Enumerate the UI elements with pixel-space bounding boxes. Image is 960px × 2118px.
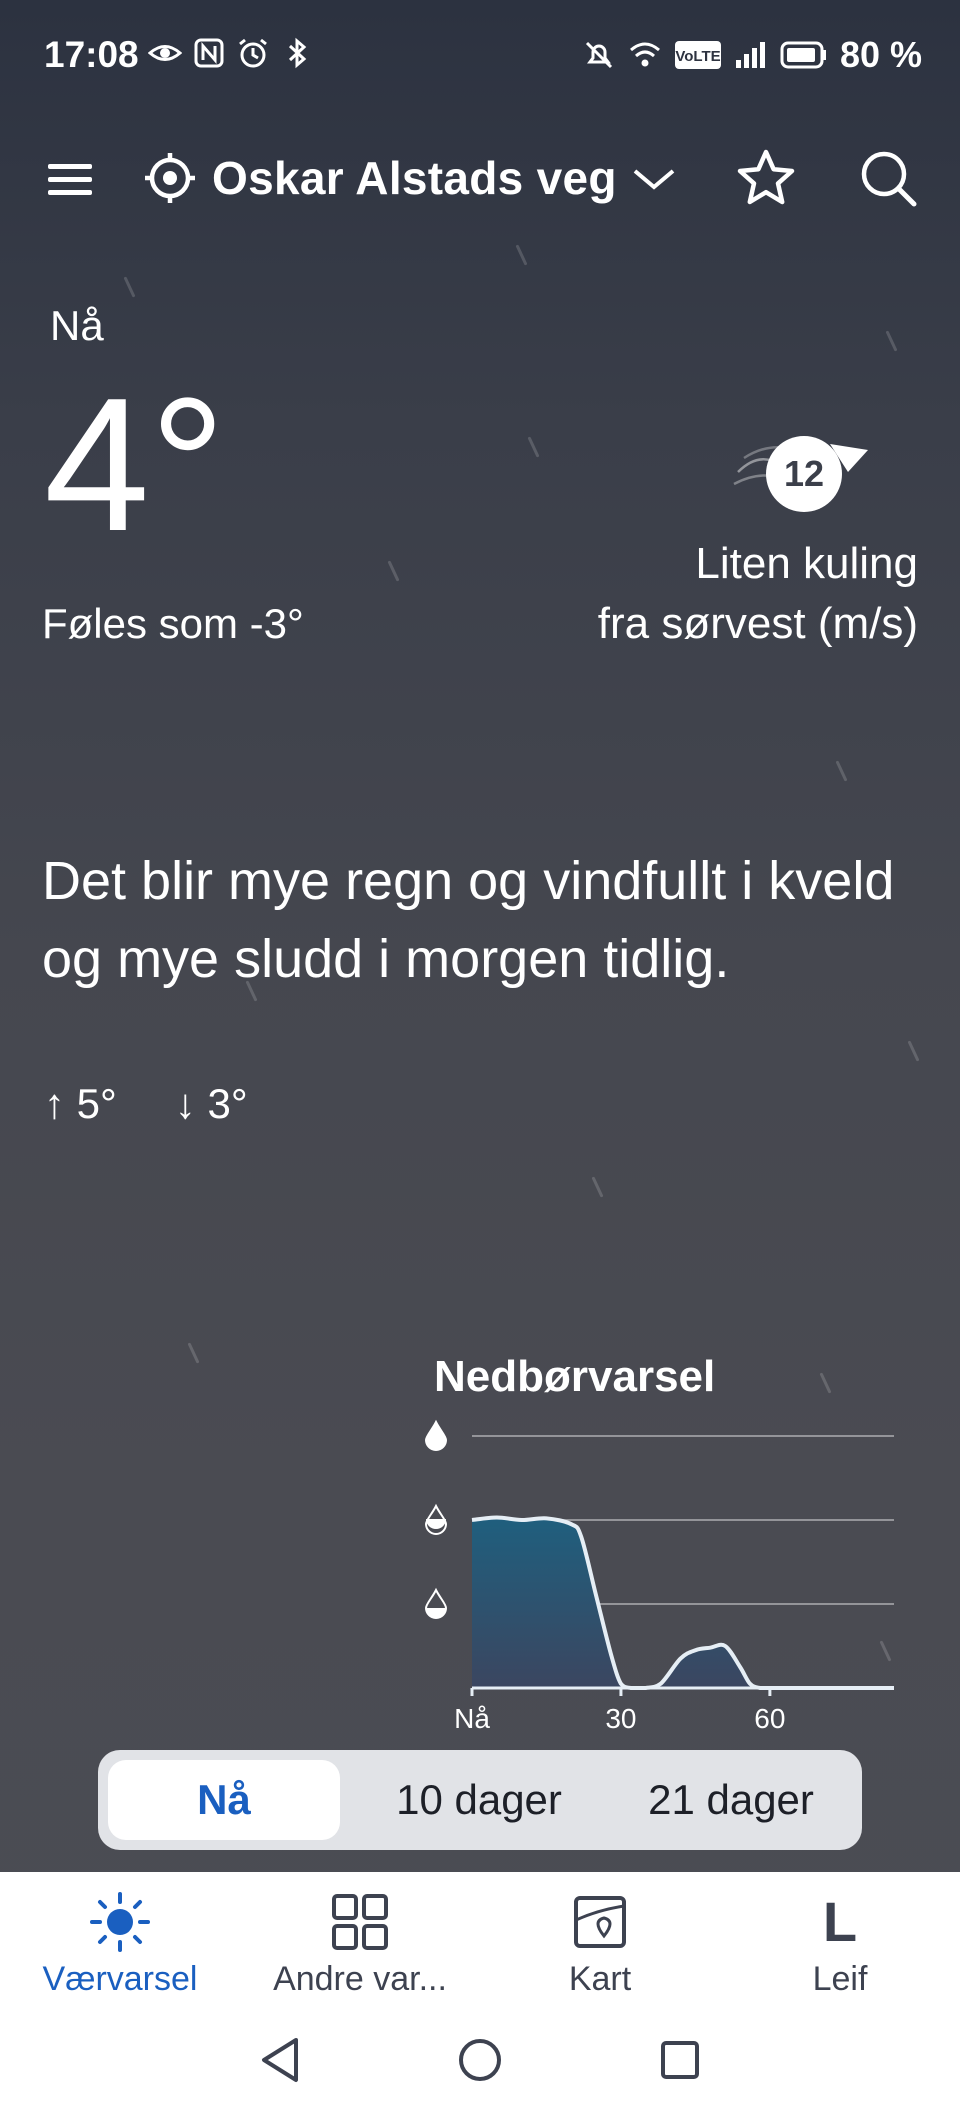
nav-forecast-label: Værvarsel [42,1960,198,1998]
precip-title: Nedbørvarsel [434,1352,716,1401]
nav-map[interactable]: Kart [500,1890,700,1999]
eye-icon [148,45,182,61]
system-navigation-bar [0,2018,960,2118]
high-temp: 5° [76,1080,117,1127]
signal-icon [735,42,765,68]
high-temp-group: ↑ 5° [44,1080,117,1128]
svg-text:VoLTE: VoLTE [675,48,720,65]
status-time: 17:08 [44,34,139,75]
forecast-range-tabs: Nå 10 dager 21 dager [98,1750,862,1850]
grid-icon [332,1894,388,1950]
wifi-icon [629,42,660,67]
wind-speed-badge: 12 [766,436,842,512]
wind-direction-text: fra sørvest (m/s) [597,599,918,648]
mute-icon [585,41,612,69]
low-temp: 3° [207,1080,248,1127]
nav-leif[interactable]: L Leif [740,1890,940,1999]
battery-percentage: 80 % [839,34,922,75]
favorite-star-icon[interactable] [736,148,796,208]
current-temperature: 4° [44,359,226,571]
raindrop-icon [424,1503,448,1535]
tab-now[interactable]: Nå [108,1760,340,1840]
home-icon[interactable] [456,2034,504,2086]
menu-button[interactable] [44,152,100,208]
status-right-icons: VoLTE 80 % [582,34,922,76]
precip-area [472,1517,894,1688]
chevron-down-icon [633,169,675,190]
tab-10-days[interactable]: 10 dager [368,1760,590,1840]
x-tick-label: 30 [605,1703,636,1730]
bottom-navigation: Værvarsel Andre var... Kart L Leif [0,1872,960,2018]
now-label: Nå [50,302,104,349]
location-name: Oskar Alstads veg [212,152,617,204]
sun-icon [90,1892,150,1952]
volte-icon: VoLTE [674,41,721,69]
raindrop-icon [424,1419,448,1451]
hamburger-icon [48,164,92,169]
wind-strength: Liten kuling [695,539,918,588]
back-icon[interactable] [256,2034,304,2086]
low-temp-group: ↓ 3° [175,1080,248,1128]
x-tick-label: Nå [454,1703,490,1730]
precip-chart[interactable]: Nå 30 60 [410,1410,910,1730]
alarm-icon [239,38,267,68]
recents-icon[interactable] [656,2034,704,2086]
nfc-icon [194,38,224,68]
status-left-icons [148,36,314,70]
feels-like: Føles som -3° [42,600,304,647]
nav-forecast[interactable]: Værvarsel [20,1890,220,1999]
bluetooth-icon [288,37,307,69]
map-icon [574,1896,626,1948]
nav-other-forecasts[interactable]: Andre var... [260,1890,460,1999]
status-bar: 17:08 VoLTE 80 % [0,0,960,110]
battery-icon [780,41,826,69]
search-icon[interactable] [858,148,918,208]
arrow-up-icon: ↑ [44,1080,77,1127]
tab-21-days[interactable]: 21 dager [618,1760,844,1840]
location-selector[interactable]: Oskar Alstads veg [142,144,677,212]
top-app-bar: Oskar Alstads veg [0,140,960,216]
x-tick-label: 60 [754,1703,785,1730]
location-target-icon [145,153,195,203]
leif-icon: L [822,1890,858,1953]
nav-map-label: Kart [568,1960,632,1998]
arrow-down-icon: ↓ [174,1080,208,1127]
forecast-summary: Det blir mye regn og vindfullt i kveld o… [42,851,895,989]
nav-other-forecasts-label: Andre var... [273,1960,447,1998]
wind-description: Liten kuling fra sørvest (m/s) [598,534,918,654]
nav-leif-label: Leif [812,1960,868,1998]
raindrop-icon [424,1587,448,1619]
high-low: ↑ 5° ↓ 3° [44,1080,248,1128]
